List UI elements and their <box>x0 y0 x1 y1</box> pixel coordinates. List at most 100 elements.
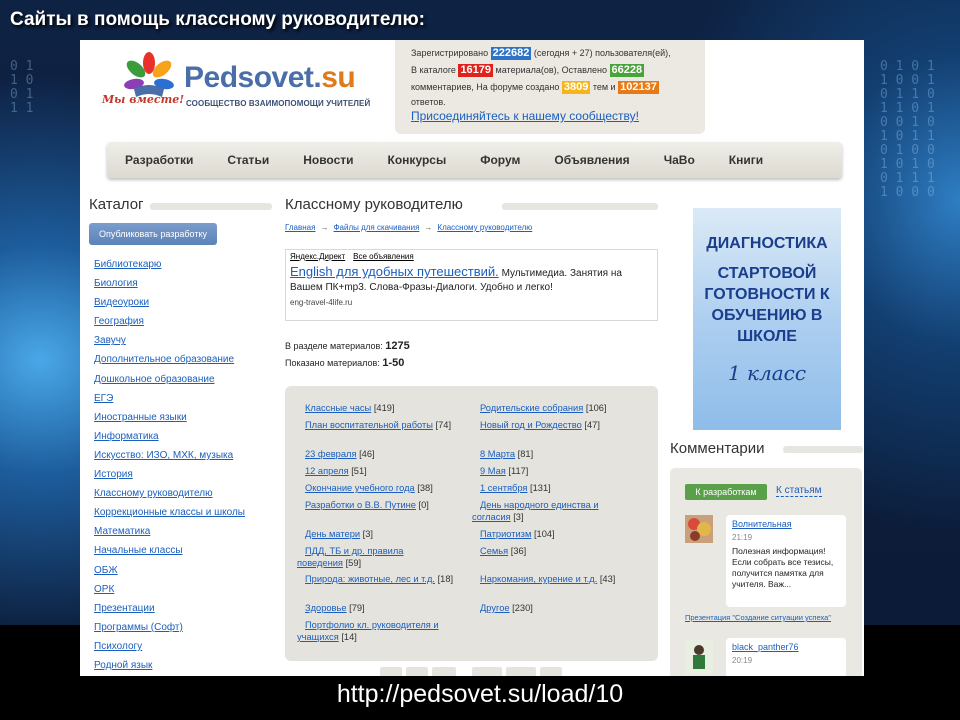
subcategory-item[interactable]: Родительские собрания [106] <box>480 402 655 414</box>
catalog-item[interactable]: Биология <box>94 277 245 296</box>
stats-text: комментариев, На форуме создано <box>411 82 560 92</box>
subcategory-item[interactable]: ПДД, ТБ и др. правила поведения [59] <box>297 545 437 569</box>
catalog-list: Библиотекарю Биология Видеоуроки Географ… <box>94 258 245 676</box>
subcategory-item[interactable]: Патриотизм [104] <box>480 528 655 540</box>
stats-text: материала(ов), Оставлено <box>495 65 607 75</box>
catalog-item[interactable]: Математика <box>94 525 245 544</box>
subcategory-item[interactable]: День матери [3] <box>305 528 475 540</box>
catalog-item[interactable]: История <box>94 468 245 487</box>
catalog-item[interactable]: Иностранные языки <box>94 411 245 430</box>
catalog-item[interactable]: Видеоуроки <box>94 296 245 315</box>
comment-time: 21:19 <box>732 533 753 542</box>
catalog-item[interactable]: ОРК <box>94 583 245 602</box>
pagination-button[interactable] <box>406 667 428 676</box>
main-nav: Разработки Статьи Новости Конкурсы Форум… <box>107 142 842 178</box>
users-count-badge: 222682 <box>490 47 532 60</box>
in-section-value: 1275 <box>385 340 410 352</box>
pagination-button[interactable] <box>380 667 402 676</box>
catalog-item[interactable]: ОБЖ <box>94 564 245 583</box>
subcategory-item[interactable]: Разработки о В.В. Путине [0] <box>305 499 475 511</box>
comment-user[interactable]: Волнительная <box>732 519 840 530</box>
breadcrumb-files[interactable]: Файлы для скачивания <box>333 223 419 232</box>
promo-banner[interactable]: ДИАГНОСТИКА СТАРТОВОЙ ГОТОВНОСТИ К ОБУЧЕ… <box>693 208 841 430</box>
section-divider <box>783 446 863 453</box>
subcategory-item[interactable]: День народного единства и согласия [3] <box>472 499 637 523</box>
nav-item-faq[interactable]: ЧаВо <box>664 153 695 167</box>
breadcrumb-home[interactable]: Главная <box>285 223 315 232</box>
catalog-item[interactable]: Искусство: ИЗО, МХК, музыка <box>94 449 245 468</box>
subcategory-item[interactable]: 8 Марта [81] <box>480 448 655 460</box>
catalog-item[interactable]: Информатика <box>94 430 245 449</box>
shown-label: Показано материалов: <box>285 358 380 368</box>
tab-articles[interactable]: К статьям <box>776 485 822 497</box>
nav-item-forum[interactable]: Форум <box>480 153 520 167</box>
section-divider <box>150 203 272 210</box>
catalog-item[interactable]: Дошкольное образование <box>94 373 245 392</box>
catalog-item[interactable]: Классному руководителю <box>94 487 245 506</box>
arrow-right-icon: → <box>424 223 433 232</box>
nav-item-ads[interactable]: Объявления <box>554 153 629 167</box>
pagination-button[interactable] <box>506 667 536 676</box>
catalog-item[interactable]: Библиотекарю <box>94 258 245 277</box>
catalog-item[interactable]: Завучу <box>94 334 245 353</box>
ad-all-link[interactable]: Все объявления <box>353 252 414 261</box>
stats-text: (сегодня + 27) пользователя(ей), <box>533 48 671 58</box>
subcategory-item[interactable]: 12 апреля [51] <box>305 465 475 477</box>
tab-developments[interactable]: К разработкам <box>685 484 767 500</box>
website-screenshot: Pedsovet.su СООБЩЕСТВО ВЗАИМОПОМОЩИ УЧИТ… <box>80 40 864 676</box>
catalog-item[interactable]: Психологу <box>94 640 245 659</box>
catalog-item[interactable]: География <box>94 315 245 334</box>
catalog-item[interactable]: Презентации <box>94 602 245 621</box>
ad-label[interactable]: Яндекс.Директ <box>290 252 345 261</box>
nav-item-books[interactable]: Книги <box>729 153 763 167</box>
nav-item-contests[interactable]: Конкурсы <box>388 153 447 167</box>
subcategory-item[interactable]: Природа: животные, лес и т.д. [18] <box>297 573 467 585</box>
slide-title: Сайты в помощь классному руководителю: <box>10 9 426 30</box>
logo-wordmark: Pedsovet.su <box>184 61 356 94</box>
subcategory-item[interactable]: Окончание учебного года [38] <box>305 482 475 494</box>
catalog-item[interactable]: Коррекционные классы и школы <box>94 506 245 525</box>
subcategory-item[interactable]: Наркомания, курение и т.д. [43] <box>480 573 655 585</box>
comments-title: Комментарии <box>670 440 765 457</box>
pagination-button[interactable] <box>432 667 456 676</box>
avatar[interactable] <box>685 640 713 674</box>
nav-item-articles[interactable]: Статьи <box>227 153 269 167</box>
pagination-button[interactable] <box>540 667 562 676</box>
subcategory-item[interactable]: Здоровье [79] <box>305 602 475 614</box>
breadcrumb-current[interactable]: Классному руководителю <box>437 223 532 232</box>
catalog-item[interactable]: Родной язык <box>94 659 245 676</box>
materials-count-badge: 16179 <box>458 64 494 77</box>
subcategory-item[interactable]: Другое [230] <box>480 602 655 614</box>
subcategory-item[interactable]: Новый год и Рождество [47] <box>480 419 655 431</box>
answers-count-badge: 102137 <box>618 81 659 94</box>
ad-title-link[interactable]: English для удобных путешествий. <box>290 264 499 279</box>
yandex-ad-block: Яндекс.Директ Все объявления English для … <box>285 249 658 321</box>
comment-user[interactable]: black_panther76 <box>732 642 840 653</box>
join-community-link[interactable]: Присоединяйтесь к нашему сообществу! <box>411 109 639 123</box>
stats-text: В каталоге <box>411 65 456 75</box>
stats-text: ответов. <box>411 97 446 107</box>
subcategory-item[interactable]: Семья [36] <box>480 545 655 557</box>
comment-card: black_panther76 20:19 <box>726 638 846 676</box>
publish-button[interactable]: Опубликовать разработку <box>89 223 217 245</box>
subcategory-item[interactable]: 1 сентября [131] <box>480 482 655 494</box>
catalog-item[interactable]: Программы (Софт) <box>94 621 245 640</box>
section-divider <box>502 203 658 210</box>
comment-ref-link[interactable]: Презентация "Создание ситуации успеха" <box>685 613 831 622</box>
catalog-item[interactable]: ЕГЭ <box>94 392 245 411</box>
avatar[interactable] <box>685 515 713 543</box>
subcategory-item[interactable]: 23 февраля [46] <box>305 448 475 460</box>
arrow-right-icon: → <box>320 223 329 232</box>
subcategory-item[interactable]: 9 Мая [117] <box>480 465 655 477</box>
subcategory-item[interactable]: Портфолио кл. руководителя и учащихся [1… <box>297 619 472 643</box>
site-logo[interactable]: Pedsovet.su СООБЩЕСТВО ВЗАИМОПОМОЩИ УЧИТ… <box>102 43 372 123</box>
catalog-item[interactable]: Дополнительное образование <box>94 353 245 372</box>
subcategory-item[interactable]: Классные часы [419] <box>305 402 475 414</box>
logo-slogan: Мы вместе! <box>102 93 185 106</box>
nav-item-developments[interactable]: Разработки <box>125 153 193 167</box>
pagination-button[interactable] <box>472 667 502 676</box>
catalog-item[interactable]: Начальные классы <box>94 544 245 563</box>
catalog-title: Каталог <box>89 196 144 213</box>
subcategory-item[interactable]: План воспитательной работы [74] <box>297 419 467 431</box>
nav-item-news[interactable]: Новости <box>303 153 353 167</box>
